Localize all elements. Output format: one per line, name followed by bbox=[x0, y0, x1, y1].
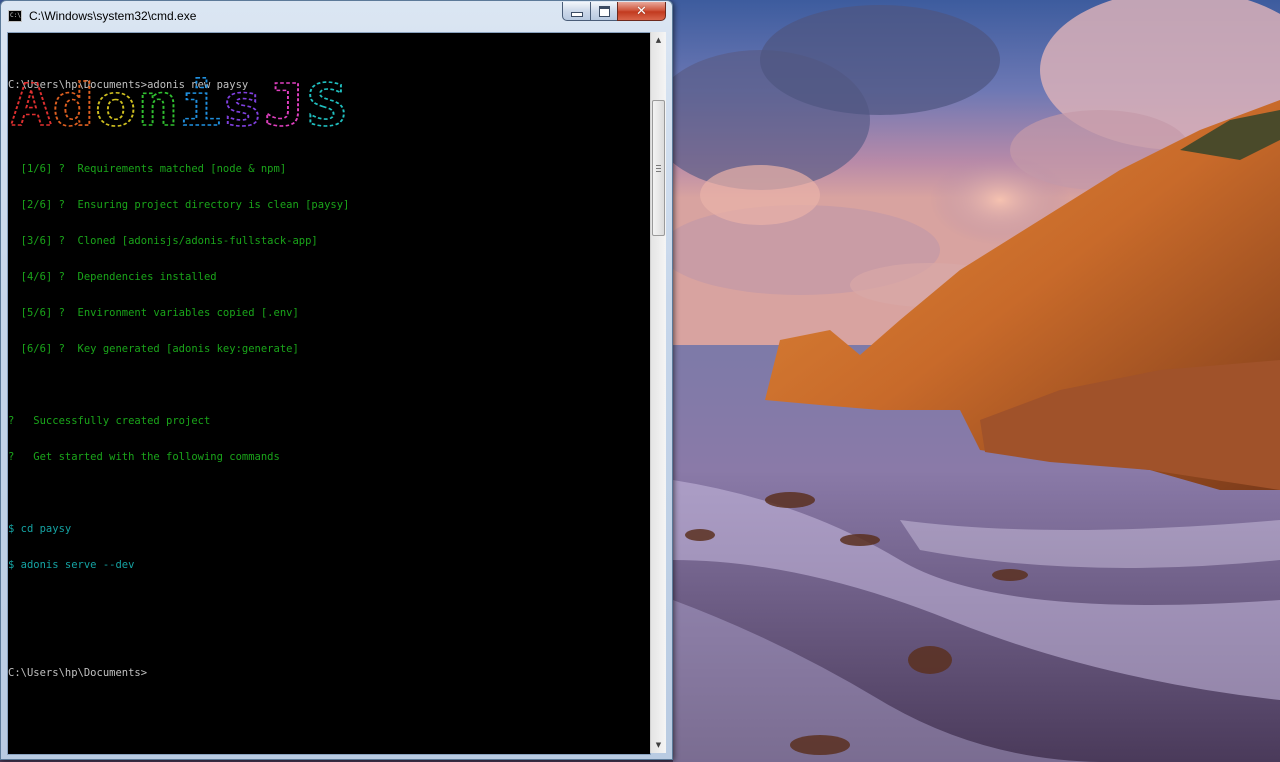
minimize-button[interactable] bbox=[562, 2, 591, 21]
title-bar[interactable]: C:\ C:\Windows\system32\cmd.exe ✕ bbox=[1, 1, 672, 32]
close-icon: ✕ bbox=[636, 3, 647, 19]
window-title: C:\Windows\system32\cmd.exe bbox=[29, 9, 197, 23]
minimize-icon bbox=[570, 12, 583, 17]
scroll-up-arrow-icon: ▲ bbox=[655, 36, 662, 44]
success-line: ? Get started with the following command… bbox=[8, 451, 280, 463]
banner-letter: A bbox=[10, 77, 52, 133]
console-output[interactable]: C:\Users\hp\Documents>adonis new paysy A… bbox=[7, 32, 651, 755]
success-line: ? Successfully created project bbox=[8, 415, 211, 427]
step-line: [5/6] ? Environment variables copied [.e… bbox=[8, 307, 299, 319]
banner-letter: s bbox=[221, 77, 263, 133]
scrollbar-thumb[interactable] bbox=[652, 100, 665, 236]
banner-letter: S bbox=[306, 77, 348, 133]
maximize-icon bbox=[598, 5, 610, 17]
adonisjs-ascii-banner: AdonisJS bbox=[10, 77, 349, 133]
maximize-button[interactable] bbox=[590, 2, 618, 21]
vertical-scrollbar[interactable]: ▲ ▼ bbox=[650, 32, 666, 753]
grip-icon bbox=[656, 164, 661, 172]
window-bottom-frame bbox=[1, 751, 672, 759]
cmd-window[interactable]: C:\ C:\Windows\system32\cmd.exe ✕ C:\Use… bbox=[0, 0, 673, 760]
banner-letter: o bbox=[95, 77, 137, 133]
scroll-up-button[interactable]: ▲ bbox=[651, 32, 666, 48]
step-line: [3/6] ? Cloned [adonisjs/adonis-fullstac… bbox=[8, 235, 318, 247]
command-line: $ adonis serve --dev bbox=[8, 559, 135, 571]
banner-letter: i bbox=[179, 77, 221, 133]
banner-letter: J bbox=[264, 77, 306, 133]
step-line: [6/6] ? Key generated [adonis key:genera… bbox=[8, 343, 299, 355]
step-line: [2/6] ? Ensuring project directory is cl… bbox=[8, 199, 350, 211]
final-prompt-line[interactable]: C:\Users\hp\Documents> bbox=[8, 667, 349, 679]
svg-text:AdonisJS: AdonisJS bbox=[10, 77, 348, 133]
step-line: [4/6] ? Dependencies installed bbox=[8, 271, 217, 283]
scroll-down-arrow-icon: ▼ bbox=[655, 741, 662, 749]
step-line: [1/6] ? Requirements matched [node & npm… bbox=[8, 163, 287, 175]
command-line: $ cd paysy bbox=[8, 523, 72, 535]
close-button[interactable]: ✕ bbox=[617, 2, 666, 21]
cmd-icon[interactable]: C:\ bbox=[8, 10, 22, 22]
banner-letter: d bbox=[52, 77, 94, 133]
banner-letter: n bbox=[137, 77, 179, 133]
